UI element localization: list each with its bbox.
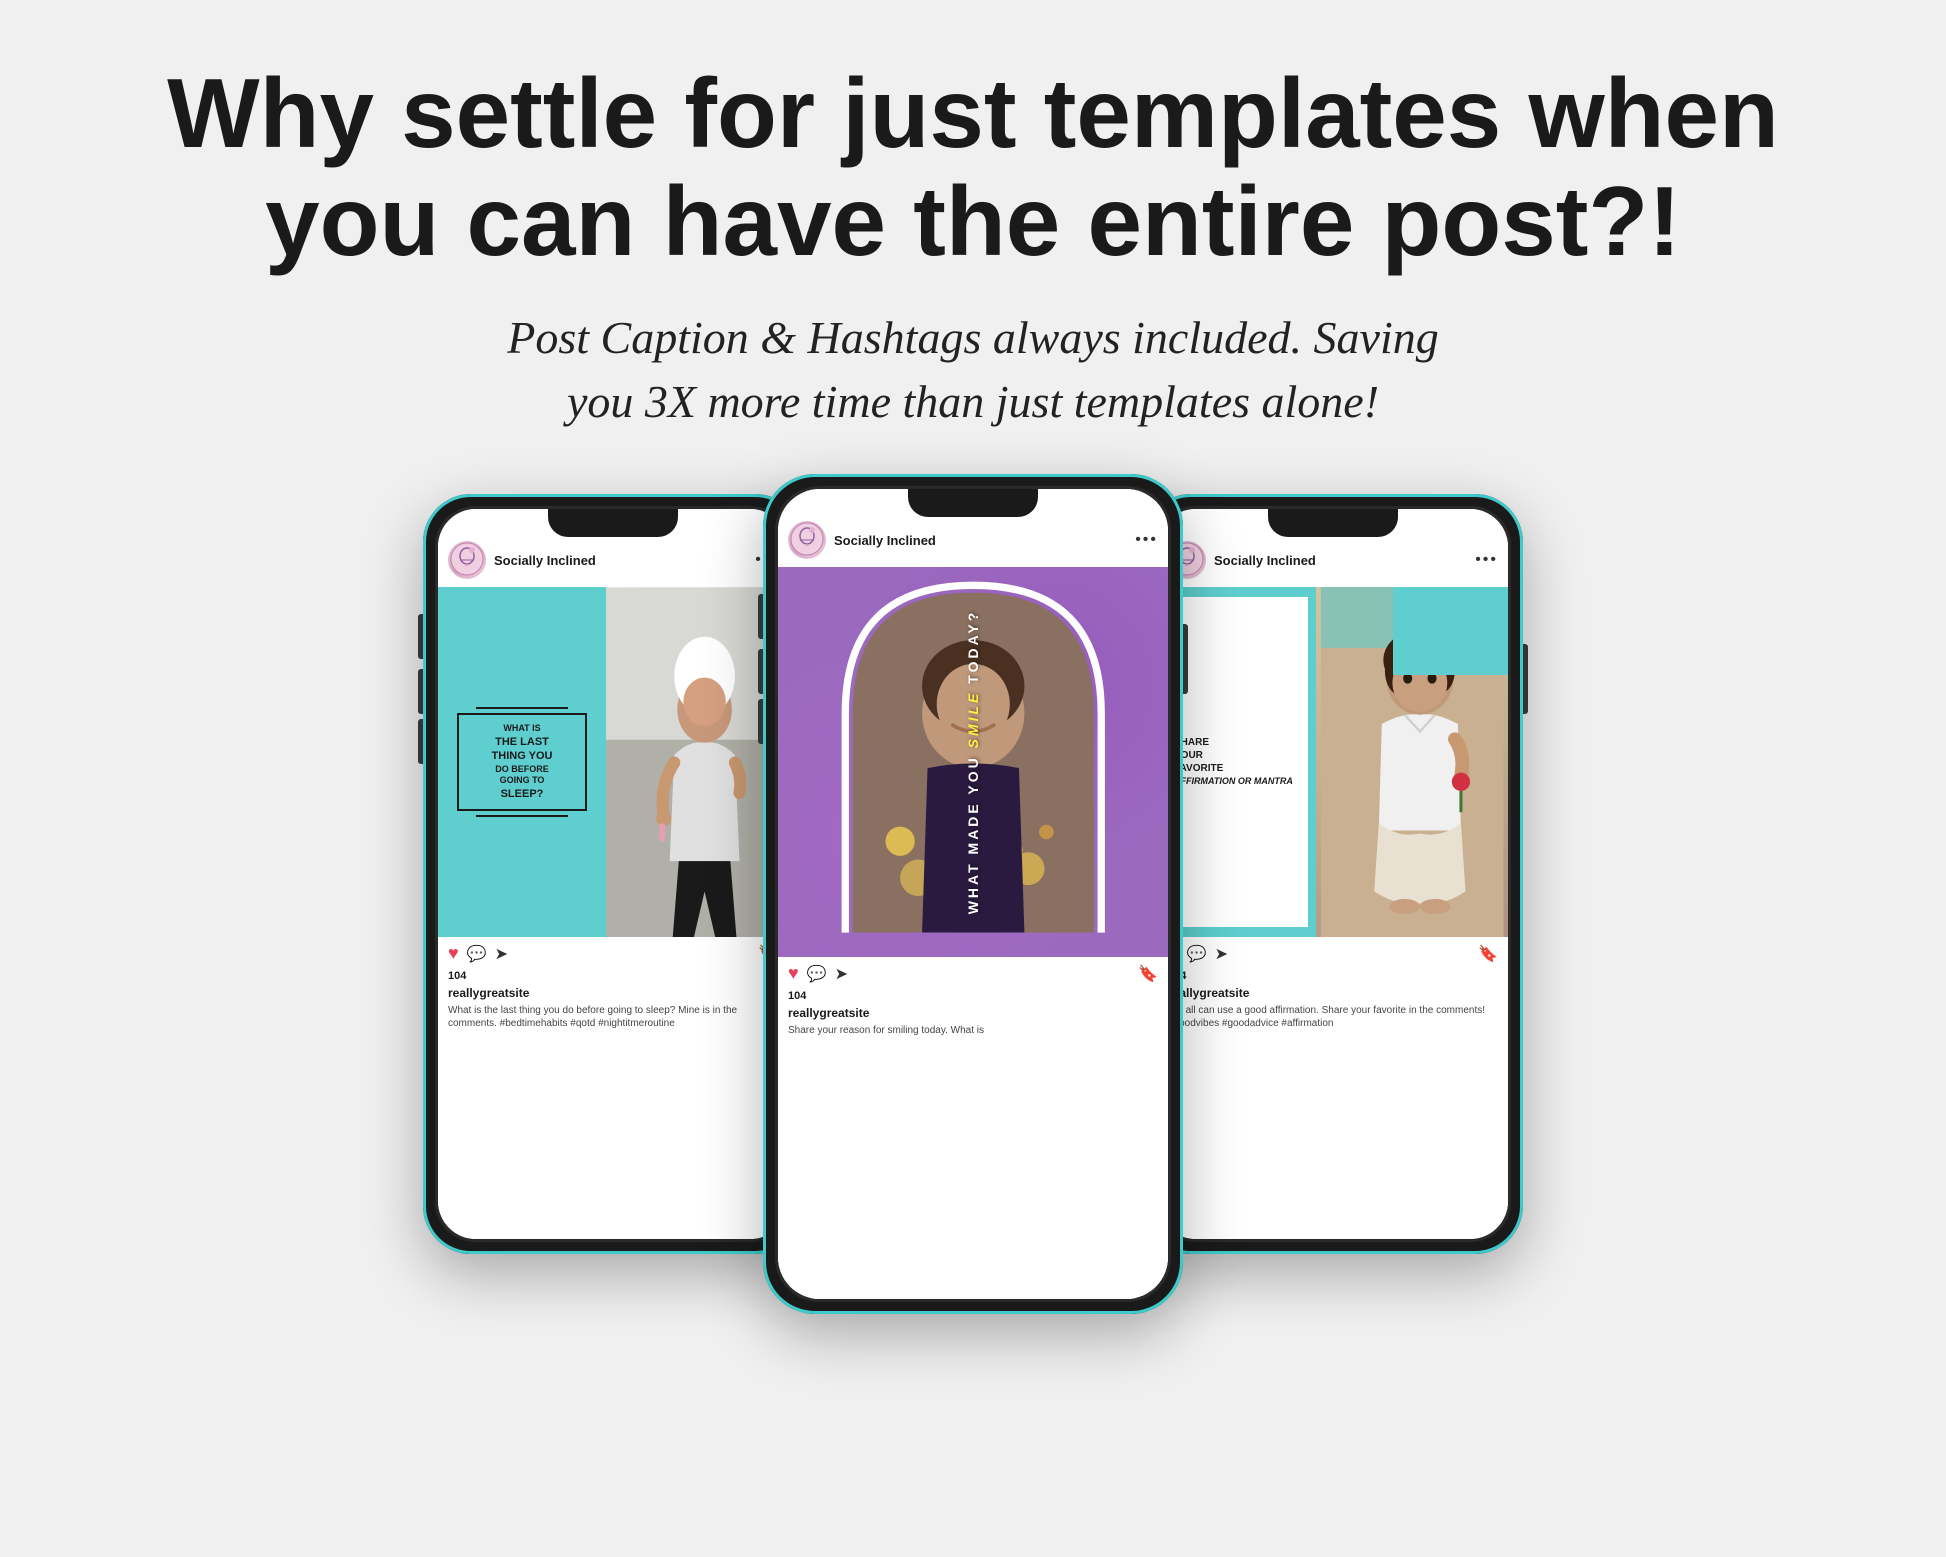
today-text: TODAY? bbox=[965, 610, 981, 684]
dots-center[interactable]: ••• bbox=[1135, 531, 1158, 549]
caption-text-left: What is the last thing you do before goi… bbox=[448, 1004, 778, 1030]
heart-icon-center[interactable]: ♥ bbox=[788, 963, 799, 984]
share-icon-center[interactable]: ➤ bbox=[835, 964, 848, 984]
share-icon-right[interactable]: ➤ bbox=[1215, 944, 1228, 964]
dots-right[interactable]: ••• bbox=[1475, 551, 1498, 569]
profile-name-center: Socially Inclined bbox=[834, 533, 1135, 548]
likes-left: 104 bbox=[438, 970, 788, 982]
post-image-right: SHARE YOUR FAVORITE affirmation or mantr… bbox=[1158, 587, 1508, 937]
notch-left bbox=[548, 509, 678, 537]
avatar-left bbox=[448, 541, 486, 579]
avatar-logo-center bbox=[788, 521, 826, 559]
avatar-logo-left bbox=[448, 541, 486, 579]
post-image-center: WHAT MADE YOU SMILE TODAY? bbox=[778, 567, 1168, 957]
profile-name-left: Socially Inclined bbox=[494, 553, 755, 568]
profile-name-right: Socially Inclined bbox=[1214, 553, 1475, 568]
action-bar-right: ♥ 💬 ➤ 🔖 bbox=[1158, 937, 1508, 970]
smile-highlight: SMILE bbox=[965, 691, 981, 749]
caption-center: reallygreatsite Share your reason for sm… bbox=[778, 1002, 1168, 1299]
caption-text-right: We all can use a good affirmation. Share… bbox=[1168, 1004, 1498, 1030]
question-text-left: WHAT IS THE LAST THING YOU DO BEFORE GOI… bbox=[465, 723, 578, 801]
insta-card-center: Socially Inclined ••• bbox=[778, 489, 1168, 1299]
phone-right: Socially Inclined ••• SHARE YOUR FAVORIT… bbox=[1143, 494, 1523, 1254]
sub-headline: Post Caption & Hashtags always included.… bbox=[473, 306, 1473, 435]
heart-icon-left[interactable]: ♥ bbox=[448, 943, 459, 964]
phones-container: Socially Inclined ••• WHAT IS THE LAST T bbox=[40, 494, 1906, 1314]
insta-card-right: Socially Inclined ••• SHARE YOUR FAVORIT… bbox=[1158, 509, 1508, 1239]
comment-icon-center[interactable]: 💬 bbox=[807, 964, 827, 984]
post-left-text: WHAT IS THE LAST THING YOU DO BEFORE GOI… bbox=[438, 587, 606, 937]
main-headline: Why settle for just templates when you c… bbox=[73, 60, 1873, 276]
caption-username-center: reallygreatsite bbox=[788, 1006, 869, 1020]
comment-icon-right[interactable]: 💬 bbox=[1187, 944, 1207, 964]
comment-icon-left[interactable]: 💬 bbox=[467, 944, 487, 964]
share-text-right: SHARE YOUR FAVORITE affirmation or mantr… bbox=[1174, 736, 1300, 788]
post-left-photo bbox=[606, 587, 788, 937]
smile-text: WHAT MADE YOU bbox=[965, 749, 981, 915]
action-bar-left: ♥ 💬 ➤ 🔖 bbox=[438, 937, 788, 970]
phone-center: Socially Inclined ••• bbox=[763, 474, 1183, 1314]
caption-right: reallygreatsite We all can use a good af… bbox=[1158, 982, 1508, 1239]
notch-right bbox=[1268, 509, 1398, 537]
caption-text-center: Share your reason for smiling today. Wha… bbox=[788, 1024, 1158, 1037]
caption-left: reallygreatsite What is the last thing y… bbox=[438, 982, 788, 1239]
bookmark-icon-center[interactable]: 🔖 bbox=[1138, 964, 1158, 984]
insta-card-left: Socially Inclined ••• WHAT IS THE LAST T bbox=[438, 509, 788, 1239]
notch-center bbox=[908, 489, 1038, 517]
likes-right: 104 bbox=[1158, 970, 1508, 982]
post-right-photo bbox=[1316, 587, 1509, 937]
phone-left: Socially Inclined ••• WHAT IS THE LAST T bbox=[423, 494, 803, 1254]
post-image-left: WHAT IS THE LAST THING YOU DO BEFORE GOI… bbox=[438, 587, 788, 937]
share-icon-left[interactable]: ➤ bbox=[495, 944, 508, 964]
avatar-center bbox=[788, 521, 826, 559]
action-bar-center: ♥ 💬 ➤ 🔖 bbox=[778, 957, 1168, 990]
caption-username-left: reallygreatsite bbox=[448, 986, 529, 1000]
likes-center: 104 bbox=[778, 990, 1168, 1002]
bookmark-icon-right[interactable]: 🔖 bbox=[1478, 944, 1498, 964]
